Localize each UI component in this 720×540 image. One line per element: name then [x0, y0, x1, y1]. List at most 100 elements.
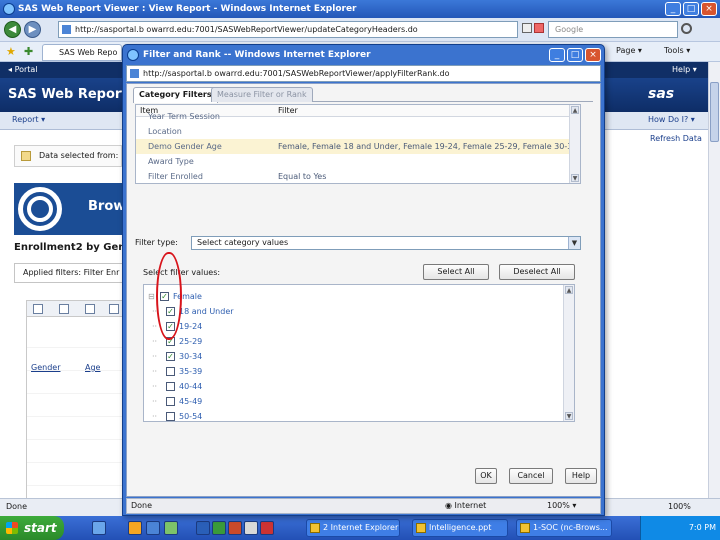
zoom-level[interactable]: 100%: [668, 502, 691, 511]
col-gender[interactable]: Gender: [31, 363, 60, 372]
grid-row[interactable]: Award Type: [136, 154, 570, 169]
grid-row[interactable]: Location: [136, 124, 570, 139]
deselect-all-button[interactable]: Deselect All: [499, 264, 575, 280]
tree-label: 25-29: [179, 337, 203, 346]
checkbox[interactable]: [166, 382, 175, 391]
ie-window-title: SAS Web Report Viewer : View Report - Wi…: [18, 4, 357, 14]
scroll-down-icon[interactable]: ▼: [565, 412, 573, 420]
select-all-button[interactable]: Select All: [423, 264, 489, 280]
add-favorites-icon[interactable]: ✚: [24, 46, 35, 57]
chevron-down-icon: ▼: [568, 237, 580, 249]
dialog-zone: ◉ Internet: [445, 501, 487, 510]
word-icon[interactable]: [196, 521, 210, 535]
forward-icon[interactable]: ▶: [24, 21, 41, 38]
checkbox[interactable]: [166, 397, 175, 406]
grid-row-selected[interactable]: Demo Gender Age Female, Female 18 and Un…: [136, 139, 570, 154]
scroll-up-icon[interactable]: ▲: [571, 106, 579, 114]
tree-connector: ··: [152, 322, 158, 331]
grid-row[interactable]: Filter Enrolled Equal to Yes: [136, 169, 570, 183]
task-browser-label: 1-SOC (nc-Brows...: [533, 523, 608, 532]
applied-filters: Applied filters: Filter Enr: [14, 263, 124, 283]
ie-quicklaunch-icon[interactable]: [146, 521, 160, 535]
page-scrollbar[interactable]: [708, 62, 720, 498]
portal-link[interactable]: ◂ Portal: [8, 65, 38, 74]
checkbox[interactable]: [166, 412, 175, 421]
excel-icon[interactable]: [212, 521, 226, 535]
maximize-button[interactable]: □: [683, 2, 699, 16]
browser-tab[interactable]: SAS Web Repo: [42, 44, 122, 61]
browser-tab-label: SAS Web Repo: [59, 48, 118, 57]
powerpoint-icon[interactable]: [228, 521, 242, 535]
dialog-zoom[interactable]: 100% ▾: [547, 499, 576, 513]
page-menu[interactable]: Page ▾: [616, 46, 642, 55]
grid-row[interactable]: Year Term Session: [136, 109, 570, 124]
quicklaunch-icon[interactable]: [164, 521, 178, 535]
quicklaunch-icon[interactable]: [128, 521, 142, 535]
ie-task-icon: [310, 523, 320, 533]
table-tool-icon[interactable]: [109, 304, 119, 314]
scroll-up-icon[interactable]: ▲: [565, 286, 573, 294]
page-icon: [130, 69, 139, 78]
task-browser[interactable]: 1-SOC (nc-Brows...: [516, 519, 612, 537]
tree-label: 19-24: [179, 322, 203, 331]
search-placeholder: Google: [555, 25, 584, 34]
filter-rank-dialog: Filter and Rank -- Windows Internet Expl…: [122, 44, 605, 516]
desktop-icon[interactable]: [92, 521, 106, 535]
quicklaunch-icon[interactable]: [244, 521, 258, 535]
select-values-label: Select filter values:: [143, 268, 221, 277]
address-bar[interactable]: http://sasportal.b owarrd.edu:7001/SASWe…: [58, 21, 518, 38]
task-ie-label: 2 Internet Explorer: [323, 523, 399, 532]
help-button[interactable]: Help: [565, 468, 597, 484]
refresh-icon[interactable]: [522, 23, 532, 33]
tab-measure-filter[interactable]: Measure Filter or Rank: [211, 87, 313, 102]
dialog-maximize-button[interactable]: □: [567, 48, 583, 62]
status-text: Done: [6, 502, 28, 511]
checkbox[interactable]: ✓: [166, 352, 175, 361]
stop-icon[interactable]: [534, 23, 544, 33]
tree-expander[interactable]: ⊟: [148, 289, 155, 304]
back-icon[interactable]: ◀: [4, 21, 21, 38]
task-ie[interactable]: 2 Internet Explorer: [306, 519, 400, 537]
filter-tool-icon[interactable]: [85, 304, 95, 314]
start-label: start: [24, 521, 57, 535]
cancel-button[interactable]: Cancel: [509, 468, 553, 484]
tools-menu[interactable]: Tools ▾: [664, 46, 690, 55]
dialog-close-button[interactable]: ×: [585, 48, 601, 62]
how-do-i-menu[interactable]: How Do I? ▾: [648, 115, 695, 124]
dialog-minimize-button[interactable]: _: [549, 48, 565, 62]
dialog-status-bar: Done ◉ Internet 100% ▾: [126, 498, 601, 514]
favorites-icon[interactable]: ★: [6, 46, 17, 57]
annotation-circle: [156, 252, 182, 340]
values-tree: ⊟ ✓ Female ·· ✓ 18 and Under ·· ✓ 19-24 …: [143, 284, 575, 422]
tree-connector: ··: [152, 382, 158, 391]
tab-category-filters[interactable]: Category Filters: [133, 87, 218, 103]
ie-icon: [3, 3, 15, 15]
scroll-down-icon[interactable]: ▼: [571, 174, 579, 182]
close-button[interactable]: ×: [701, 2, 717, 16]
checkbox[interactable]: [166, 367, 175, 376]
dialog-title: Filter and Rank -- Windows Internet Expl…: [143, 50, 371, 60]
scroll-thumb[interactable]: [710, 82, 719, 142]
start-button[interactable]: start: [0, 516, 64, 540]
tree-scrollbar[interactable]: ▲ ▼: [563, 285, 574, 421]
report-menu[interactable]: Report ▾: [12, 115, 45, 124]
logo-text: Brow: [88, 199, 126, 214]
refresh-data-link[interactable]: Refresh Data: [650, 134, 702, 143]
dialog-url-text: http://sasportal.b owarrd.edu:7001/SASWe…: [143, 69, 450, 78]
minimize-button[interactable]: _: [665, 2, 681, 16]
ok-button[interactable]: OK: [475, 468, 497, 484]
grid-scrollbar[interactable]: ▲ ▼: [569, 105, 580, 183]
address-toolbar: ◀ ▶ http://sasportal.b owarrd.edu:7001/S…: [0, 18, 720, 42]
quicklaunch-icon[interactable]: [260, 521, 274, 535]
table-tool-icon[interactable]: [33, 304, 43, 314]
grid-item: Location: [148, 127, 182, 136]
table-tool-icon[interactable]: [59, 304, 69, 314]
col-age[interactable]: Age: [85, 363, 100, 372]
task-ppt[interactable]: Intelligence.ppt: [412, 519, 508, 537]
search-input[interactable]: Google: [548, 21, 678, 38]
grid-filter: Female, Female 18 and Under, Female 19-2…: [278, 142, 570, 151]
search-icon[interactable]: [681, 23, 692, 34]
help-link[interactable]: Help ▾: [672, 62, 697, 78]
filter-type-select[interactable]: Select category values ▼: [191, 236, 581, 250]
dialog-body: Category Filters Measure Filter or Rank …: [126, 83, 601, 497]
